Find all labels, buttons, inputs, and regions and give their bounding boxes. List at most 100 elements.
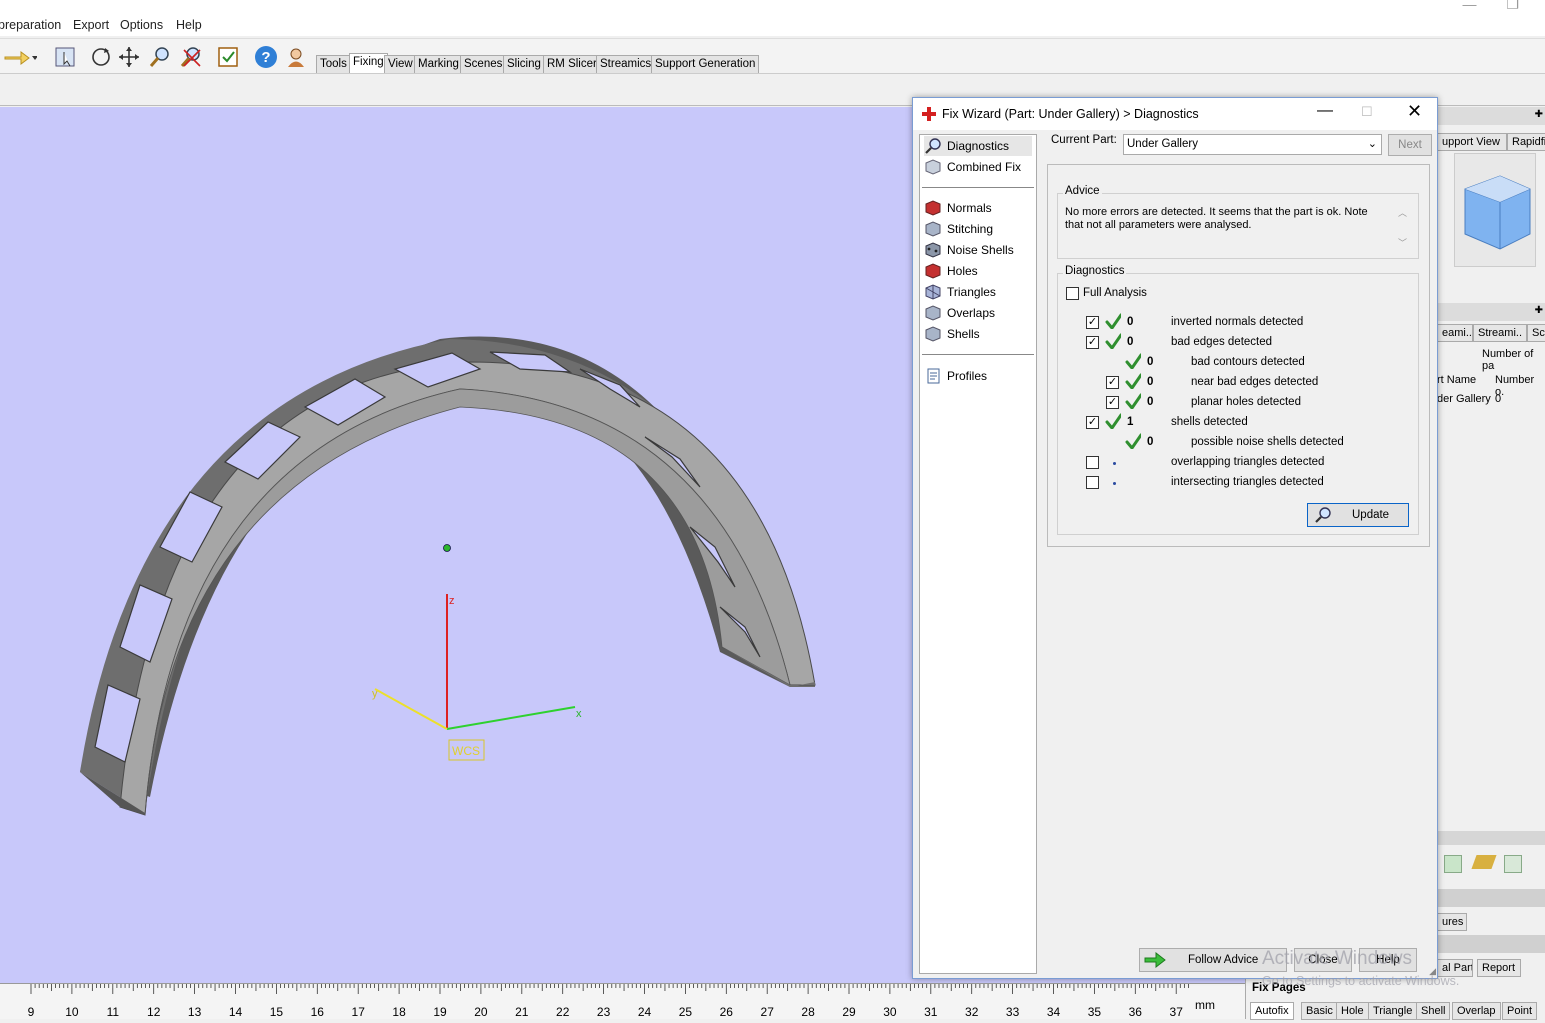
tab-hole[interactable]: Hole — [1336, 1002, 1369, 1020]
tab-report[interactable]: Report — [1477, 959, 1521, 977]
minimize-icon[interactable]: — — [1317, 102, 1333, 120]
help-icon[interactable]: ? — [253, 44, 279, 70]
zoom-icon[interactable] — [147, 44, 173, 70]
close-icon[interactable]: ✕ — [1407, 101, 1422, 122]
tab-overlap[interactable]: Overlap — [1452, 1002, 1501, 1020]
tab-view[interactable]: View — [384, 55, 417, 73]
part-row-number[interactable]: 0 — [1495, 393, 1501, 405]
zoom-reset-icon[interactable] — [178, 44, 204, 70]
tab-triangle[interactable]: Triangle — [1368, 1002, 1418, 1020]
assistant-icon[interactable] — [283, 44, 309, 70]
holes-icon — [925, 263, 941, 279]
ruler-tick-label: 28 — [801, 1005, 815, 1019]
next-button[interactable]: Next — [1388, 134, 1432, 156]
nav-shells[interactable]: Shells — [924, 324, 980, 344]
part-row-name[interactable]: der Gallery — [1437, 393, 1491, 405]
diagnostic-count: 0 — [1147, 436, 1154, 448]
right-panel: ✚ upport View Rapidfit ✚ eami.. Streami.… — [1437, 107, 1545, 983]
nav-profiles[interactable]: Profiles — [924, 366, 987, 386]
tab-basic[interactable]: Basic — [1301, 1002, 1338, 1020]
tab-rm-slicer[interactable]: RM Slicer — [543, 55, 601, 73]
diagnostic-checkbox[interactable]: ✓ — [1106, 376, 1119, 389]
menu-options[interactable]: Options — [120, 18, 163, 32]
nav-label: Holes — [947, 264, 978, 278]
add-part-icon[interactable] — [1444, 855, 1462, 873]
tab-tools[interactable]: Tools — [316, 55, 351, 73]
tab-support-view[interactable]: upport View — [1437, 133, 1507, 151]
plane-icon[interactable] — [1471, 855, 1497, 869]
select-part-icon[interactable] — [52, 44, 78, 70]
tab-streamics-2[interactable]: Streami.. — [1473, 324, 1527, 342]
nav-diagnostics[interactable]: Diagnostics — [924, 136, 1032, 156]
panel-header-2: ✚ — [1437, 303, 1545, 321]
view-cube[interactable] — [1454, 153, 1536, 267]
diagnostic-checkbox[interactable]: ✓ — [1086, 316, 1099, 329]
toolbar: ? Tools Fixing View Marking Scenes Slici… — [0, 38, 1545, 74]
diagnostic-checkbox[interactable]: ✓ — [1106, 396, 1119, 409]
nav-label: Stitching — [947, 222, 994, 236]
pin-icon[interactable]: ✚ — [1535, 305, 1543, 316]
tab-streamics-1[interactable]: eami.. — [1437, 324, 1473, 342]
tab-scenes[interactable]: Scenes — [460, 55, 507, 73]
menu-export[interactable]: Export — [73, 18, 109, 32]
diagnostic-count: 0 — [1147, 396, 1154, 408]
rotate-icon[interactable] — [88, 44, 114, 70]
scroll-up-icon[interactable]: ︿ — [1398, 206, 1407, 219]
tab-point[interactable]: Point — [1502, 1002, 1538, 1020]
tab-sc[interactable]: Sc — [1527, 324, 1545, 342]
tab-fixing[interactable]: Fixing — [349, 53, 388, 73]
tab-streamics[interactable]: Streamics — [596, 55, 656, 73]
nav-label: Diagnostics — [947, 139, 1010, 153]
divider — [922, 354, 1034, 355]
nav-normals[interactable]: Normals — [924, 198, 992, 218]
menu-bar: preparation Export Options Help — ❐ — [0, 0, 1545, 36]
profiles-icon — [927, 368, 940, 384]
ruler-tick-label: 26 — [720, 1005, 734, 1019]
current-part-select[interactable]: Under Gallery ⌄ — [1123, 134, 1382, 155]
x-axis-label: x — [576, 708, 582, 720]
diagnostic-checkbox[interactable] — [1086, 476, 1099, 489]
nav-overlaps[interactable]: Overlaps — [924, 303, 995, 323]
diagnostic-checkbox[interactable] — [1086, 456, 1099, 469]
tab-rapidfit[interactable]: Rapidfit — [1507, 133, 1545, 151]
update-button[interactable]: Update — [1307, 503, 1409, 527]
checklist-icon[interactable] — [215, 44, 241, 70]
restore-icon[interactable]: ❐ — [1506, 0, 1519, 12]
tab-autofix[interactable]: Autofix — [1250, 1002, 1294, 1020]
svg-text:?: ? — [261, 49, 270, 66]
nav-label: Profiles — [947, 369, 988, 383]
menu-help[interactable]: Help — [176, 18, 202, 32]
export-part-icon[interactable] — [1504, 855, 1522, 873]
nav-triangles[interactable]: Triangles — [924, 282, 996, 302]
diagnostic-checkbox[interactable]: ✓ — [1086, 336, 1099, 349]
advice-text: No more errors are detected. It seems th… — [1065, 206, 1368, 231]
nav-combined-fix[interactable]: Combined Fix — [924, 157, 1021, 177]
full-analysis-checkbox[interactable] — [1066, 287, 1079, 300]
pin-icon[interactable]: ✚ — [1535, 109, 1543, 120]
tab-support-generation[interactable]: Support Generation — [651, 55, 760, 73]
maximize-icon[interactable]: ☐ — [1361, 104, 1373, 120]
tab-shell[interactable]: Shell — [1416, 1002, 1451, 1020]
pan-icon[interactable] — [116, 44, 142, 70]
diagnostic-label: inverted normals detected — [1171, 316, 1304, 328]
menu-preparation[interactable]: preparation — [0, 18, 61, 32]
watermark-subtitle: Go to Settings to activate Windows. — [1262, 974, 1460, 988]
nav-holes[interactable]: Holes — [924, 261, 978, 281]
nav-label: Triangles — [947, 285, 996, 299]
diagnostic-count: 0 — [1127, 336, 1134, 348]
tab-slicing[interactable]: Slicing — [503, 55, 545, 73]
ruler-tick-label: 32 — [965, 1005, 979, 1019]
tab-marking[interactable]: Marking — [414, 55, 463, 73]
column-part-name[interactable]: rt Name — [1437, 374, 1476, 386]
scroll-down-icon[interactable]: ﹀ — [1398, 236, 1407, 249]
column-number[interactable]: Number o. — [1495, 374, 1545, 398]
scrollbar[interactable] — [1437, 831, 1545, 845]
minimize-icon[interactable]: — — [1462, 0, 1476, 12]
green-check-icon — [1105, 313, 1121, 329]
dialog-title-bar[interactable]: Fix Wizard (Part: Under Gallery) > Diagn… — [913, 98, 1437, 130]
nav-stitching[interactable]: Stitching — [924, 219, 993, 239]
redo-arrow-icon[interactable] — [2, 44, 38, 70]
tab-features[interactable]: ures — [1437, 913, 1467, 931]
nav-noise-shells[interactable]: Noise Shells — [924, 240, 1014, 260]
diagnostic-checkbox[interactable]: ✓ — [1086, 416, 1099, 429]
